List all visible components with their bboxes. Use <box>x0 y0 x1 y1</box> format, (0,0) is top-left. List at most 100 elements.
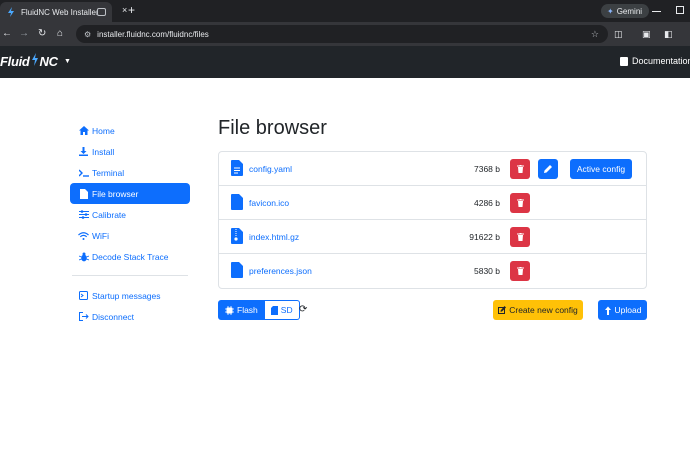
sidebar-item-label: Calibrate <box>92 209 127 220</box>
terminal-square-icon <box>78 291 89 301</box>
gemini-icon: ✦ <box>607 6 614 16</box>
address-bar[interactable]: ⚙ installer.fluidnc.com/fluidnc/files ☆ <box>76 25 608 43</box>
upload-button[interactable]: Upload <box>598 300 647 320</box>
bookmark-star-icon[interactable]: ☆ <box>591 29 599 40</box>
maximize-icon[interactable] <box>676 6 684 14</box>
app-navbar: Fluid NC ▼ Documentation <box>0 46 690 78</box>
file-zip-icon <box>231 228 243 244</box>
reload-icon[interactable]: ↻ <box>38 27 46 41</box>
upload-icon <box>604 306 611 315</box>
upload-label: Upload <box>614 305 642 315</box>
sidebar-item-wifi[interactable]: WiFi <box>70 225 190 246</box>
sliders-icon <box>78 210 89 220</box>
sidebar-item-decode-stack-trace[interactable]: Decode Stack Trace <box>70 246 190 267</box>
sidebar-item-label: Install <box>92 146 115 157</box>
sidebar-item-calibrate[interactable]: Calibrate <box>70 204 190 225</box>
file-name-link[interactable]: index.html.gz <box>249 232 299 242</box>
browser-tab[interactable]: FluidNC Web Installer <box>0 2 112 22</box>
sidebar-item-label: WiFi <box>92 230 109 241</box>
sidebar-item-label: Home <box>92 125 115 136</box>
extensions-icon[interactable]: ◫ <box>614 28 623 40</box>
sidebar-item-terminal[interactable]: Terminal <box>70 162 190 183</box>
documentation-label: Documentation <box>632 56 690 66</box>
gemini-label: Gemini <box>616 6 643 16</box>
file-row-config-yaml: config.yaml 7368 b Active config <box>219 152 646 186</box>
minimize-icon[interactable] <box>652 11 661 12</box>
chip-icon <box>225 305 234 315</box>
brand-dropdown-icon[interactable]: ▼ <box>64 58 71 65</box>
file-icon <box>231 194 243 210</box>
flash-label: Flash <box>237 305 258 315</box>
site-info-icon[interactable]: ⚙ <box>84 30 91 39</box>
home-page-icon[interactable]: ⌂ <box>57 27 63 41</box>
bug-icon <box>78 252 89 262</box>
page-title: File browser <box>218 117 327 139</box>
book-icon <box>620 56 628 66</box>
sd-toggle-button[interactable]: SD <box>264 300 300 320</box>
logout-icon <box>78 312 89 322</box>
delete-file-button[interactable] <box>510 159 530 179</box>
file-icon <box>78 188 89 199</box>
trash-icon <box>516 233 524 241</box>
file-row-index-html-gz: index.html.gz 91622 b <box>219 220 646 254</box>
file-name-link[interactable]: preferences.json <box>249 266 312 276</box>
file-size: 7368 b <box>474 164 500 174</box>
file-icon <box>231 262 243 278</box>
flash-toggle-button[interactable]: Flash <box>218 300 265 320</box>
forward-icon[interactable]: → <box>19 27 29 41</box>
terminal-icon <box>78 168 89 178</box>
documentation-link[interactable]: Documentation <box>620 56 690 66</box>
download-icon <box>78 147 89 157</box>
edit-square-icon <box>498 306 507 314</box>
sidebar-panel-icon[interactable]: ▣ <box>642 28 651 40</box>
sidebar-item-home[interactable]: Home <box>70 120 190 141</box>
fluidnc-logo[interactable]: Fluid NC <box>0 53 58 69</box>
create-new-config-label: Create new config <box>509 305 578 315</box>
trash-icon <box>516 165 524 173</box>
url-text: installer.fluidnc.com/fluidnc/files <box>97 29 209 39</box>
browser-toolbar: ← → ↻ ⌂ ⚙ installer.fluidnc.com/fluidnc/… <box>0 22 690 46</box>
sidebar-item-label: Disconnect <box>92 311 135 322</box>
sd-card-icon <box>270 305 278 315</box>
sidebar-item-startup-messages[interactable]: Startup messages <box>70 285 190 306</box>
sidebar-item-install[interactable]: Install <box>70 141 190 162</box>
gemini-button[interactable]: ✦ Gemini <box>601 4 650 18</box>
sidebar-divider <box>72 275 188 276</box>
wifi-icon <box>78 231 89 241</box>
sidebar-item-label: Decode Stack Trace <box>92 251 169 262</box>
edit-file-button[interactable] <box>538 159 558 179</box>
file-row-favicon-ico: favicon.ico 4286 b <box>219 186 646 220</box>
new-tab-button[interactable]: + <box>128 4 135 16</box>
file-size: 91622 b <box>469 232 500 242</box>
bolt-icon <box>31 53 39 69</box>
sidebar-item-file-browser[interactable]: File browser <box>70 183 190 204</box>
file-text-icon <box>231 160 243 176</box>
file-row-preferences-json: preferences.json 5830 b <box>219 254 646 288</box>
create-new-config-button[interactable]: Create new config <box>493 300 583 320</box>
brand-text-right: NC <box>39 53 58 69</box>
trash-icon <box>516 267 524 275</box>
home-icon <box>78 126 89 136</box>
storage-toggle: Flash SD <box>218 300 300 320</box>
sidebar-item-label: File browser <box>92 188 139 199</box>
brand-text-left: Fluid <box>0 53 30 69</box>
profile-icon[interactable]: ◧ <box>664 28 673 40</box>
tab-title: FluidNC Web Installer <box>21 7 97 17</box>
file-list: config.yaml 7368 b Active config favicon… <box>218 151 647 289</box>
sidebar-item-disconnect[interactable]: Disconnect <box>70 306 190 327</box>
close-tab-icon[interactable]: × <box>122 6 127 15</box>
delete-file-button[interactable] <box>510 227 530 247</box>
file-name-link[interactable]: config.yaml <box>249 164 292 174</box>
sidebar: Home Install Terminal File browser Calib… <box>70 120 190 327</box>
active-config-button[interactable]: Active config <box>570 159 632 179</box>
sd-label: SD <box>280 305 293 315</box>
delete-file-button[interactable] <box>510 193 530 213</box>
file-size: 5830 b <box>474 266 500 276</box>
refresh-icon[interactable]: ⟳ <box>299 304 307 315</box>
delete-file-button[interactable] <box>510 261 530 281</box>
back-icon[interactable]: ← <box>2 27 12 41</box>
sidebar-item-label: Startup messages <box>92 290 161 301</box>
file-name-link[interactable]: favicon.ico <box>249 198 289 208</box>
sidebar-item-label: Terminal <box>92 167 125 178</box>
trash-icon <box>516 199 524 207</box>
